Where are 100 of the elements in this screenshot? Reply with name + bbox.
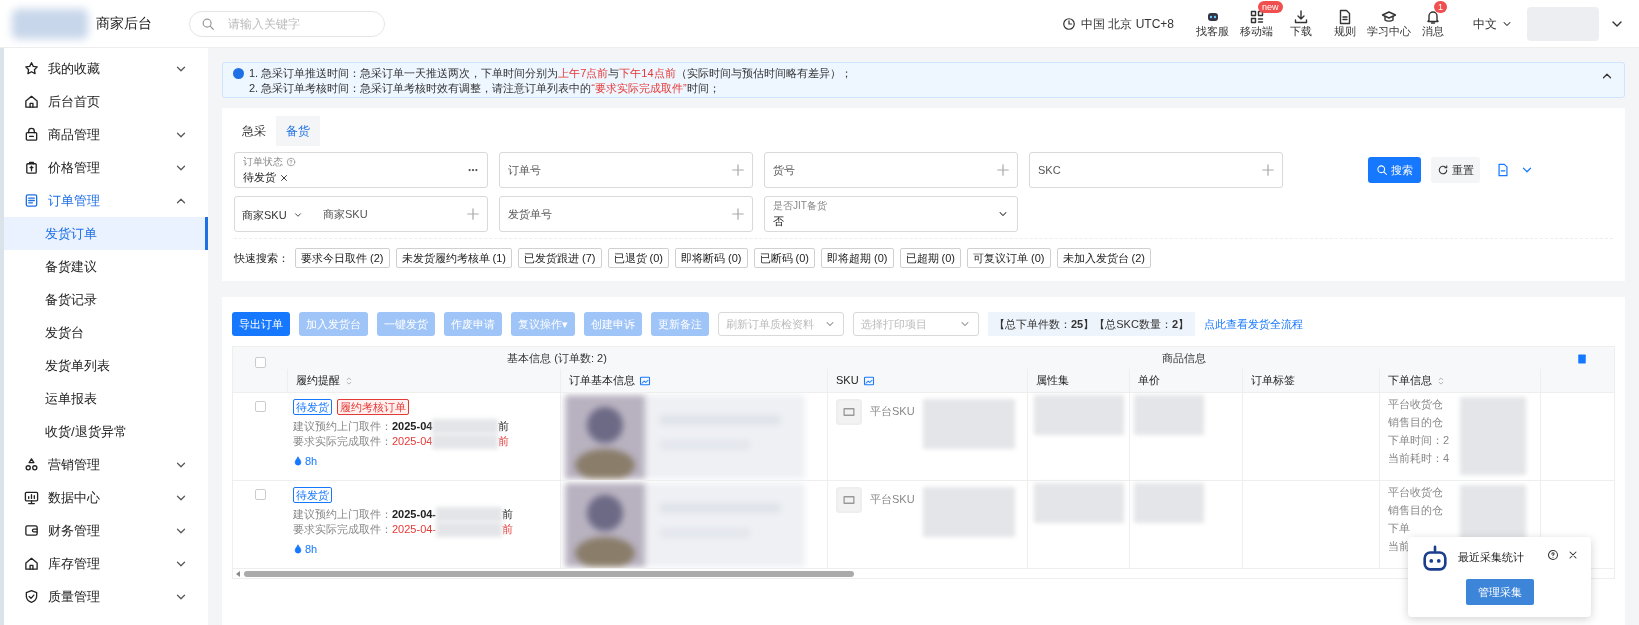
field-prefix-select[interactable]: 商家SKU xyxy=(242,207,303,224)
manage-button[interactable]: 管理采集 xyxy=(1466,579,1534,605)
flow-link[interactable]: 点此查看发货全流程 xyxy=(1204,315,1303,333)
sidebar-subitem[interactable]: 收货/退货异常 xyxy=(4,415,208,448)
sidebar-item[interactable]: 财务管理 xyxy=(4,514,208,547)
reset-button[interactable]: 重置 xyxy=(1431,157,1480,183)
graduation-cap-icon xyxy=(1380,9,1397,25)
date-text: 要求实际完成取件：2025-04- xyxy=(293,522,437,537)
quick-filter-chip[interactable]: 未发货履约考核单 (1) xyxy=(395,248,512,268)
image-toggle-icon[interactable] xyxy=(639,374,651,387)
wallet-icon xyxy=(24,523,39,538)
action-button[interactable]: 导出订单 xyxy=(232,312,290,336)
toolbar-shortcut[interactable]: 规则 xyxy=(1326,9,1363,38)
filter-field[interactable]: SKC xyxy=(1029,152,1283,188)
sidebar-item[interactable]: 我的收藏 xyxy=(4,52,208,85)
save-file-icon[interactable] xyxy=(1496,163,1510,177)
image-placeholder-icon xyxy=(836,399,862,425)
timer-text: 8h xyxy=(305,542,318,557)
popup-title: 最近采集统计 xyxy=(1458,549,1525,565)
row-checkbox[interactable] xyxy=(254,489,266,500)
sidebar-item[interactable]: 质量管理 xyxy=(4,580,208,613)
quick-filter-chip[interactable]: 已发货跟进 (7) xyxy=(518,248,602,268)
bell-icon xyxy=(1424,9,1441,25)
filter-tag[interactable]: 待发货 xyxy=(243,169,289,186)
column-header[interactable]: 履约提醒 xyxy=(296,372,340,389)
row-checkbox[interactable] xyxy=(254,401,266,412)
blurred-redaction xyxy=(436,522,503,537)
column-header[interactable]: 订单基本信息 xyxy=(569,372,635,389)
field-label: 是否JIT备货 xyxy=(773,199,828,214)
sidebar-item[interactable]: 库存管理 xyxy=(4,547,208,580)
sidebar-item[interactable]: 商品管理 xyxy=(4,118,208,151)
column-header[interactable]: 下单信息 xyxy=(1388,372,1432,389)
column-settings-icon[interactable] xyxy=(1575,353,1588,365)
tab[interactable]: 急采 xyxy=(232,116,276,146)
date-suffix: 前 xyxy=(498,419,510,434)
order-info-text: 销售目的仓 xyxy=(1388,503,1444,518)
sidebar-item[interactable]: 订单管理 xyxy=(4,184,208,217)
bag-icon xyxy=(24,127,39,142)
drop-icon xyxy=(293,544,303,555)
filter-field[interactable]: 是否JIT备货 否 xyxy=(764,196,1018,232)
order-info-text: 当前耗时：4 xyxy=(1388,451,1451,466)
tab[interactable]: 备货 xyxy=(276,116,320,146)
column-header[interactable]: 订单标签 xyxy=(1251,372,1295,389)
sidebar-item[interactable]: 价格管理 xyxy=(4,151,208,184)
plus-icon xyxy=(731,207,745,221)
column-header[interactable]: SKU xyxy=(836,372,859,389)
plus-icon xyxy=(1261,163,1275,177)
column-header[interactable]: 单价 xyxy=(1138,372,1160,389)
quick-filter-chip[interactable]: 可复议订单 (0) xyxy=(967,248,1051,268)
quick-filter-chip[interactable]: 已超期 (0) xyxy=(899,248,961,268)
notification-badge: new xyxy=(1258,1,1283,13)
quick-filter-chip[interactable]: 已断码 (0) xyxy=(753,248,815,268)
sidebar-subitem[interactable]: 发货台 xyxy=(4,316,208,349)
app-title: 商家后台 xyxy=(96,14,152,33)
download-icon xyxy=(1292,9,1309,25)
search-field[interactable]: 请输入关键字 xyxy=(189,10,385,37)
timer-text: 8h xyxy=(305,454,318,469)
filter-field[interactable]: 订单状态 待发货 xyxy=(234,152,488,188)
refresh-icon xyxy=(1437,164,1449,176)
image-toggle-icon[interactable] xyxy=(862,374,875,387)
help-icon[interactable] xyxy=(1547,549,1559,561)
sidebar-item[interactable]: 数据中心 xyxy=(4,481,208,514)
sidebar-subitem[interactable]: 发货订单 xyxy=(4,217,208,250)
sidebar-item[interactable]: 后台首页 xyxy=(4,85,208,118)
sidebar-item[interactable]: 营销管理 xyxy=(4,448,208,481)
date-suffix: 前 xyxy=(498,434,510,449)
star-icon xyxy=(24,61,39,76)
filter-field[interactable]: 发货单号 xyxy=(499,196,753,232)
search-icon xyxy=(201,16,215,31)
sidebar-subitem[interactable]: 发货单列表 xyxy=(4,349,208,382)
sku-label: 平台SKU xyxy=(870,404,915,419)
blurred-redaction xyxy=(432,434,499,449)
quick-filter-chip[interactable]: 即将断码 (0) xyxy=(675,248,748,268)
document-list-icon xyxy=(24,193,39,208)
language-selector[interactable]: 中文 xyxy=(1473,14,1513,33)
quick-filter-chip[interactable]: 未加入发货台 (2) xyxy=(1056,248,1151,268)
sidebar-subitem[interactable]: 备货记录 xyxy=(4,283,208,316)
toolbar-shortcut[interactable]: 下载 xyxy=(1282,9,1319,38)
close-icon[interactable] xyxy=(1567,549,1579,561)
plus-icon xyxy=(466,207,480,221)
timezone-label[interactable]: 中国 北京 UTC+8 xyxy=(1081,14,1174,33)
status-tag: 待发货 xyxy=(293,487,332,503)
filter-field[interactable]: 订单号 xyxy=(499,152,753,188)
date-suffix: 前 xyxy=(502,522,514,537)
search-button[interactable]: 搜索 xyxy=(1368,157,1421,183)
quick-filter-chip[interactable]: 已退货 (0) xyxy=(607,248,669,268)
filter-field[interactable]: 货号 xyxy=(764,152,1018,188)
date-text: 建议预约上门取件：2025-04 xyxy=(293,419,433,434)
sidebar-subitem[interactable]: 运单报表 xyxy=(4,382,208,415)
column-header[interactable]: 属性集 xyxy=(1036,372,1069,389)
quick-filter-chip[interactable]: 即将超期 (0) xyxy=(821,248,894,268)
select-all-checkbox[interactable] xyxy=(254,356,266,368)
order-info-text: 下单时间：2 xyxy=(1388,433,1451,448)
plus-icon xyxy=(731,163,745,177)
quick-filter-chip[interactable]: 要求今日取件 (2) xyxy=(295,248,390,268)
sidebar-subitem[interactable]: 备货建议 xyxy=(4,250,208,283)
field-label: 订单状态 xyxy=(243,155,283,170)
column-group-header: 商品信息 xyxy=(1160,350,1207,366)
help-icon xyxy=(286,156,296,167)
toolbar-shortcut[interactable]: 找客服 xyxy=(1194,9,1231,38)
